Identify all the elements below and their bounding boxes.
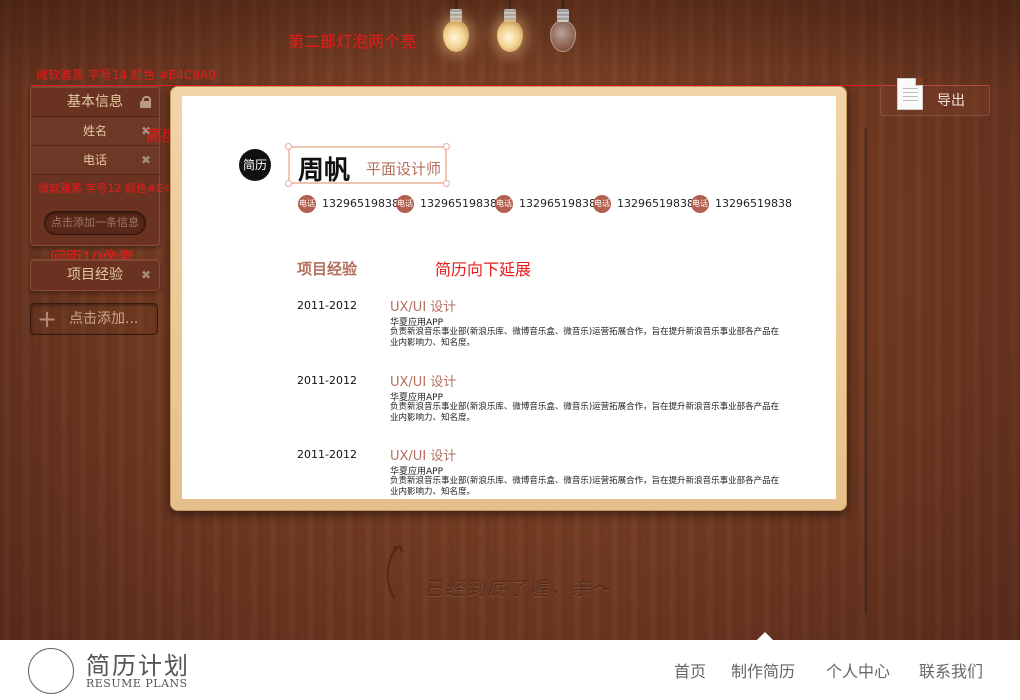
export-button[interactable]: 导出 bbox=[880, 78, 990, 116]
sidebar-item-label: 电话 bbox=[82, 153, 107, 167]
experience-item[interactable]: 2011-2012 UX/UI 设计 华夏应用APP 负责新浪音乐事业部(新浪乐… bbox=[297, 445, 797, 499]
phone-tag: 电话 bbox=[396, 195, 414, 213]
sidebar-item-label: 姓名 bbox=[82, 124, 107, 138]
annotation-title-font: 微软雅黑 字号14 颜色 #E4C8A0 bbox=[36, 68, 216, 82]
nav-personal-center[interactable]: 个人中心 bbox=[826, 658, 890, 682]
basic-info-title: 基本信息 bbox=[67, 94, 123, 110]
experience-description: 负责新浪音乐事业部(新浪乐库、微博音乐盒、微音乐)运营拓展合作，旨在提升新浪音乐… bbox=[390, 402, 780, 423]
lock-icon bbox=[140, 96, 151, 108]
contact-list: 电话 13296519838 电话 13296519838 电话 1329651983… bbox=[298, 195, 818, 213]
experience-role: UX/UI 设计 bbox=[390, 300, 457, 315]
nav-contact-us[interactable]: 联系我们 bbox=[919, 658, 983, 682]
contact-value: 13296519838 bbox=[617, 197, 694, 210]
experience-date: 2011-2012 bbox=[297, 299, 357, 312]
nav-make-resume[interactable]: 制作简历 bbox=[731, 658, 795, 682]
export-label: 导出 bbox=[937, 93, 965, 109]
sidebar-item-name[interactable]: 姓名 ✖ bbox=[31, 117, 159, 146]
contact-item[interactable]: 电话 13296519838 bbox=[298, 195, 399, 213]
logo-subtitle: RESUME PLANS bbox=[86, 677, 188, 690]
plus-icon: + bbox=[37, 305, 58, 333]
contact-value: 13296519838 bbox=[420, 197, 497, 210]
close-icon[interactable]: ✖ bbox=[141, 260, 151, 290]
experience-item[interactable]: 2011-2012 UX/UI 设计 华夏应用APP 负责新浪音乐事业部(新浪乐… bbox=[297, 371, 797, 431]
resume-name: 周帆 bbox=[298, 156, 351, 186]
sidebar-item-project-experience[interactable]: 项目经验 ✖ bbox=[30, 259, 160, 291]
add-info-button[interactable]: 点击添加一条信息 bbox=[44, 211, 146, 235]
end-of-page-message: 已经到底了喔，亲～ bbox=[424, 578, 614, 600]
experience-date: 2011-2012 bbox=[297, 374, 357, 387]
curved-arrow-icon bbox=[386, 545, 403, 599]
sidebar-item-phone[interactable]: 电话 ✖ bbox=[31, 146, 159, 175]
resize-handle[interactable] bbox=[443, 180, 450, 187]
experience-role: UX/UI 设计 bbox=[390, 449, 457, 464]
phone-tag: 电话 bbox=[298, 195, 316, 213]
resize-handle[interactable] bbox=[285, 180, 292, 187]
basic-info-panel: 基本信息 姓名 ✖ 电话 ✖ 点击添加一条信息 bbox=[30, 86, 160, 246]
contact-value: 13296519838 bbox=[322, 197, 399, 210]
sidebar-item-label: 项目经验 bbox=[67, 267, 123, 283]
basic-info-header[interactable]: 基本信息 bbox=[31, 87, 159, 117]
document-icon bbox=[897, 78, 923, 110]
logo-circle-icon[interactable] bbox=[28, 648, 74, 694]
add-section-button[interactable]: + 点击添加... bbox=[30, 303, 158, 335]
nav-home[interactable]: 首页 bbox=[674, 658, 706, 682]
experience-description: 负责新浪音乐事业部(新浪乐库、微博音乐盒、微音乐)运营拓展合作，旨在提升新浪音乐… bbox=[390, 327, 780, 348]
close-icon[interactable]: ✖ bbox=[141, 146, 151, 175]
resume-badge: 简历 bbox=[239, 149, 271, 181]
phone-tag: 电话 bbox=[495, 195, 513, 213]
logo-title[interactable]: 简历计划 bbox=[86, 646, 190, 681]
section-title: 项目经验 bbox=[297, 260, 358, 278]
resize-handle[interactable] bbox=[285, 143, 292, 150]
contact-item[interactable]: 电话 13296519838 bbox=[691, 195, 792, 213]
scroll-track[interactable] bbox=[864, 128, 867, 613]
contact-item[interactable]: 电话 13296519838 bbox=[495, 195, 596, 213]
resize-handle[interactable] bbox=[443, 143, 450, 150]
experience-date: 2011-2012 bbox=[297, 448, 357, 461]
contact-item[interactable]: 电话 13296519838 bbox=[593, 195, 694, 213]
contact-item[interactable]: 电话 13296519838 bbox=[396, 195, 497, 213]
experience-description: 负责新浪音乐事业部(新浪乐库、微博音乐盒、微音乐)运营拓展合作，旨在提升新浪音乐… bbox=[390, 476, 780, 497]
resume-job-title: 平面设计师 bbox=[366, 160, 442, 178]
annotation-resume-extend: 简历向下延展 bbox=[435, 260, 532, 279]
bulb-2-icon bbox=[495, 0, 525, 56]
name-edit-box[interactable]: 周帆 平面设计师 bbox=[285, 143, 450, 187]
experience-role: UX/UI 设计 bbox=[390, 375, 457, 390]
annotation-bulbs: 第二部灯泡两个亮 bbox=[288, 32, 417, 51]
contact-value: 13296519838 bbox=[715, 197, 792, 210]
bulb-1-icon bbox=[441, 0, 471, 56]
experience-item[interactable]: 2011-2012 UX/UI 设计 华夏应用APP 负责新浪音乐事业部(新浪乐… bbox=[297, 296, 797, 356]
phone-tag: 电话 bbox=[593, 195, 611, 213]
phone-tag: 电话 bbox=[691, 195, 709, 213]
footer-bar: 简历计划 RESUME PLANS 首页 制作简历 个人中心 联系我们 bbox=[0, 640, 1020, 700]
bulb-3-icon bbox=[548, 0, 578, 56]
contact-value: 13296519838 bbox=[519, 197, 596, 210]
add-section-label: 点击添加... bbox=[69, 311, 139, 327]
resume-paper: 简历 周帆 平面设计师 电话 13296519838 电话 13296519838 … bbox=[182, 96, 836, 499]
